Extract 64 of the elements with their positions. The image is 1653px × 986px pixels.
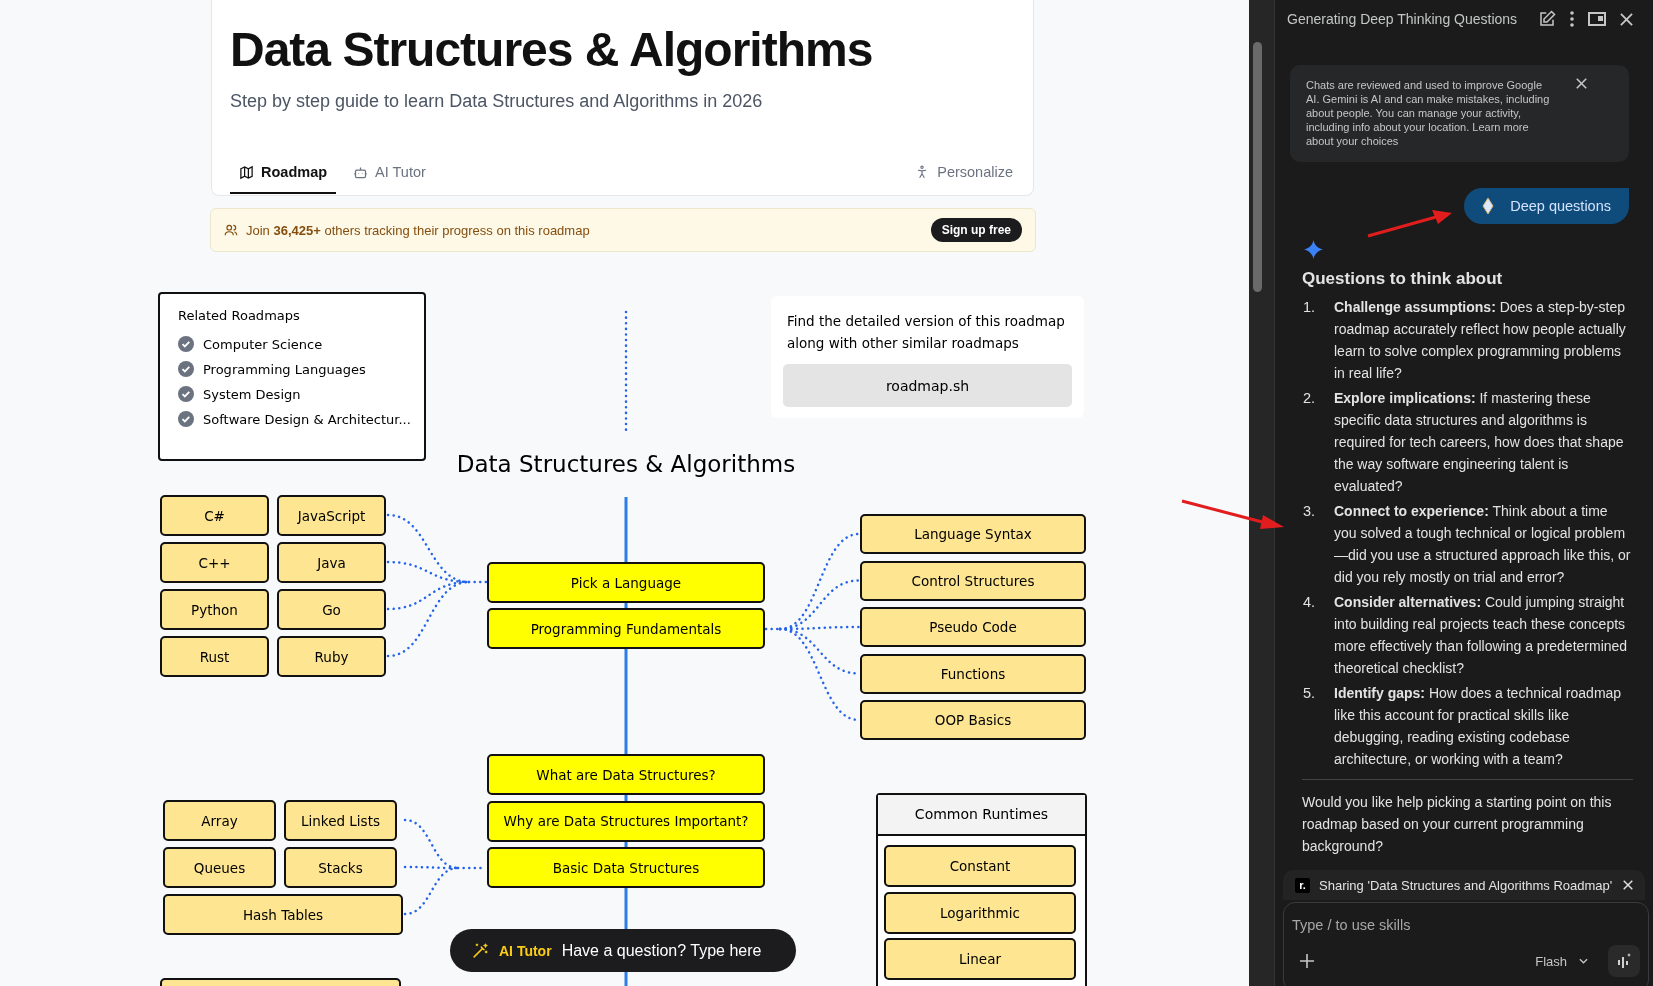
sign-up-button[interactable]: Sign up free [930,218,1022,242]
site-logo: r. [1295,877,1310,893]
question-text: Consider alternatives: Could jumping straight into building real projects teach these concepts more effectively than following a predetermined theoretical checklist? [1334,593,1629,678]
list-number: 3. [1302,502,1316,521]
model-selector[interactable]: Flash [1529,952,1594,970]
question-text: Connect to experience: Think about a time you solved a tough technical or logical problem—did you use a structured approach like this, or did you rely mostly on trial and error? [1334,502,1632,587]
panel-title: Generating Deep Thinking Questions [1287,11,1519,27]
topic-node[interactable]: C# [160,495,269,536]
page-subtitle: Step by step guide to learn Data Structures and Algorithms in 2026 [230,91,763,112]
roadmap-title: Data Structures & Algorithms [455,451,797,477]
topic-node[interactable]: Linked Lists [284,800,397,841]
personalize-button[interactable]: Personalize [915,164,1013,184]
topic-node[interactable]: JavaScript [277,495,386,536]
topic-node[interactable]: Java [277,542,386,583]
related-roadmap-link[interactable]: Programming Languages [203,361,366,377]
topic-node[interactable]: Constant [884,845,1076,887]
question-text: Challenge assumptions: Does a step-by-step roadmap accurately reflect how people actually learn to solve complex programming problems in real life? [1334,298,1627,383]
topic-node[interactable]: Functions [860,653,1086,694]
topic-node[interactable]: Pseudo Code [860,607,1086,647]
topic-node[interactable]: What are Data Structures? [487,754,765,795]
topic-node[interactable]: Ruby [277,636,386,677]
message-text: Deep questions [1510,198,1611,214]
topic-node[interactable]: Why are Data Structures Important? [487,800,765,842]
topic-node[interactable]: Logarithmic [884,891,1076,934]
topic-node[interactable]: Programming Fundamentals [487,608,765,649]
topic-node[interactable]: Language Syntax [860,514,1086,554]
related-roadmap-link[interactable]: Software Design & Architectur... [203,411,411,427]
topic-node[interactable]: Hash Tables [163,894,403,935]
related-roadmap-link[interactable]: Computer Science [203,336,323,352]
promo-text: Find the detailed version of this roadmap along with other similar roadmaps [786,312,1066,353]
topic-node[interactable]: Linear [884,938,1076,980]
response-heading: Questions to think about [1302,269,1504,289]
list-number: 5. [1302,684,1316,703]
follow-up-text: Would you like help picking a starting point on this roadmap based on your current programming background? [1302,793,1613,856]
topic-node[interactable]: Go [277,589,386,630]
topic-node[interactable]: Rust [160,636,269,677]
banner-text: Join 36,425+ others tracking their progress on this roadmap [246,222,590,238]
topic-node[interactable]: Python [160,589,269,630]
topic-node[interactable]: OOP Basics [860,700,1086,740]
tab[interactable]: Roadmap [230,154,337,194]
topic-node[interactable]: C++ [160,542,269,583]
group-title: Common Runtimes [878,795,1085,836]
list-number: 4. [1302,593,1316,612]
card-title: Related Roadmaps [178,308,301,323]
topic-node[interactable]: Array [163,800,276,841]
page-title: Data Structures & Algorithms [230,22,873,77]
topic-node[interactable]: Stacks [284,847,397,888]
tab[interactable]: AI Tutor [344,154,435,194]
topic-node[interactable]: Queues [163,847,276,888]
ai-tutor-label: AI Tutor [499,942,552,959]
topic-node[interactable]: Basic Data Structures [487,847,765,888]
topic-node[interactable]: Control Structures [860,560,1086,601]
question-text: Identify gaps: How does a technical roadmap like this account for practical skills like debugging, reading existing codebase architecture, or working with a team? [1334,684,1623,769]
list-number: 1. [1302,298,1316,317]
sharing-text: Sharing 'Data Structures and Algorithms Roadmap' [1319,877,1614,893]
topic-node[interactable]: Pick a Language [487,562,765,603]
ai-tutor-bar[interactable]: AI Tutor Have a question? Type here [450,929,796,972]
privacy-notice: Chats are reviewed and used to improve Google AI. Gemini is AI and can make mistakes, including about people. You can manage your activity, including info about your location. Learn more about your choices [1306,78,1551,148]
chat-input[interactable]: Type / to use skills Flash [1283,902,1649,986]
roadmap-link-button[interactable]: roadmap.sh [783,364,1072,407]
question-text: Explore implications: If mastering these specific data structures and algorithms is required for tech careers, how does that shape the way software engineering talent is evaluated? [1334,389,1625,496]
question-placeholder: Have a question? Type here [561,941,762,960]
related-roadmap-link[interactable]: System Design [203,386,301,402]
list-number: 2. [1302,389,1316,408]
